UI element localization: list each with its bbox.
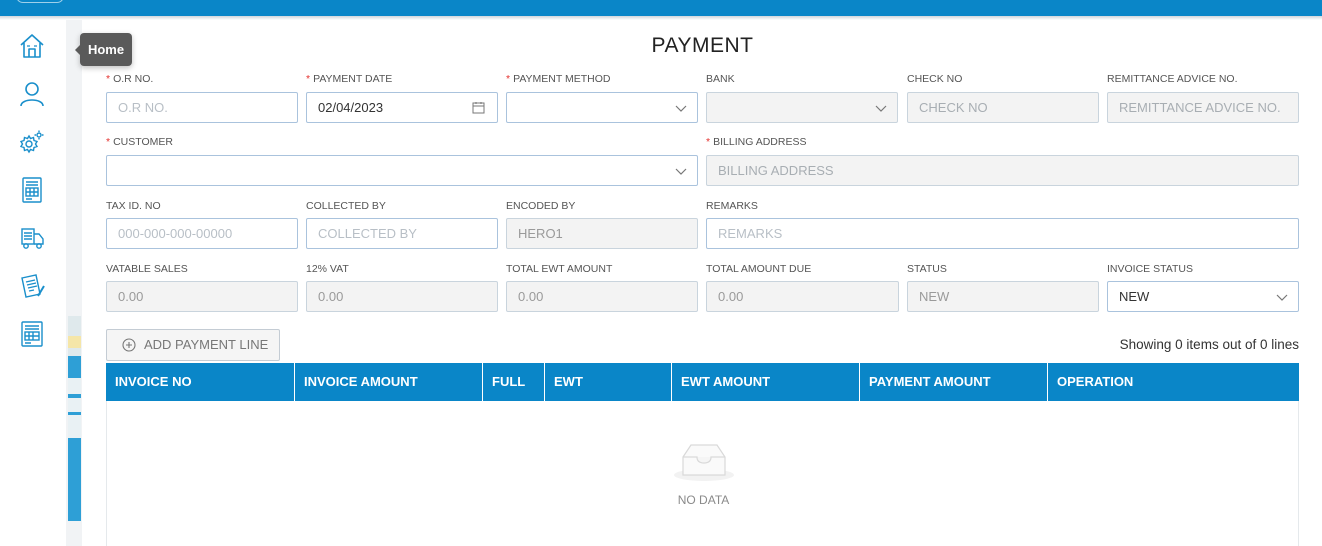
tax-id-label: TAX ID. NO (106, 200, 161, 212)
invoice-status-label: INVOICE STATUS (1107, 263, 1193, 275)
no-data-text: NO DATA (677, 493, 730, 507)
collected-by-label: COLLECTED BY (306, 200, 386, 212)
gear-icon[interactable] (18, 128, 46, 156)
invoice-status-select[interactable]: NEW (1107, 281, 1299, 312)
calendar-icon[interactable] (472, 101, 485, 114)
remarks-label: REMARKS (706, 200, 758, 212)
invoice-status-field: INVOICE STATUS NEW (1107, 263, 1299, 315)
payment-date-field: * PAYMENT DATE 02/04/2023 (306, 73, 498, 125)
encoded-by-label: ENCODED BY (506, 200, 576, 212)
top-bar-button[interactable] (16, 0, 64, 3)
payment-method-field: * PAYMENT METHOD (506, 73, 698, 125)
page-title: PAYMENT (651, 34, 754, 57)
plus-circle-icon (122, 338, 136, 352)
vat-field: 12% VAT 0.00 (306, 263, 498, 315)
empty-inbox-icon (674, 444, 734, 481)
remittance-advice-input[interactable]: REMITTANCE ADVICE NO. (1107, 92, 1299, 123)
vatable-sales-input[interactable]: 0.00 (106, 281, 298, 312)
top-bar-shadow (0, 16, 1322, 20)
remarks-input[interactable]: REMARKS (706, 218, 1299, 249)
billing-address-label: * BILLING ADDRESS (706, 136, 807, 148)
total-amount-due-input[interactable]: 0.00 (706, 281, 899, 312)
billing-address-field: * BILLING ADDRESS BILLING ADDRESS (706, 136, 1299, 188)
add-payment-line-button[interactable]: ADD PAYMENT LINE (106, 329, 280, 361)
vat-input[interactable]: 0.00 (306, 281, 498, 312)
vat-label: 12% VAT (306, 263, 349, 275)
background-illustration (68, 316, 81, 521)
payment-method-label: * PAYMENT METHOD (506, 73, 611, 85)
payment-date-label: * PAYMENT DATE (306, 73, 393, 85)
invoice-icon[interactable] (18, 176, 46, 204)
total-ewt-amount-label: TOTAL EWT AMOUNT (506, 263, 613, 275)
status-input[interactable]: NEW (907, 281, 1099, 312)
tax-id-input[interactable]: 000-000-000-00000 (106, 218, 298, 249)
chevron-down-icon (875, 105, 887, 112)
or-no-label: * O.R NO. (106, 73, 154, 85)
payment-date-input[interactable]: 02/04/2023 (306, 92, 498, 123)
check-no-input[interactable]: CHECK NO (907, 92, 1099, 123)
billing-address-input[interactable]: BILLING ADDRESS (706, 155, 1299, 186)
top-bar (0, 0, 1322, 16)
remittance-advice-field: REMITTANCE ADVICE NO. REMITTANCE ADVICE … (1107, 73, 1299, 125)
customer-select[interactable] (106, 155, 698, 186)
truck-icon[interactable] (18, 224, 46, 252)
payment-lines-table: INVOICE NO INVOICE AMOUNT FULL EWT EWT A… (106, 363, 1299, 546)
customer-label: * CUSTOMER (106, 136, 173, 148)
collected-by-field: COLLECTED BY COLLECTED BY (306, 200, 498, 252)
collected-by-input[interactable]: COLLECTED BY (306, 218, 498, 249)
check-no-label: CHECK NO (907, 73, 963, 85)
vatable-sales-field: VATABLE SALES 0.00 (106, 263, 298, 315)
column-header-ewt-amount[interactable]: EWT AMOUNT (672, 363, 860, 401)
column-header-invoice-no[interactable]: INVOICE NO (106, 363, 295, 401)
encoded-by-field: ENCODED BY HERO1 (506, 200, 698, 252)
bank-label: BANK (706, 73, 735, 85)
or-no-field: * O.R NO. O.R NO. (106, 73, 298, 125)
column-header-invoice-amount[interactable]: INVOICE AMOUNT (295, 363, 483, 401)
total-amount-due-label: TOTAL AMOUNT DUE (706, 263, 812, 275)
bank-select[interactable] (706, 92, 898, 123)
column-header-full[interactable]: FULL (483, 363, 545, 401)
total-ewt-amount-input[interactable]: 0.00 (506, 281, 698, 312)
document-pen-icon[interactable] (18, 272, 46, 300)
status-label: STATUS (907, 263, 947, 275)
column-header-operation[interactable]: OPERATION (1048, 363, 1299, 401)
tax-id-field: TAX ID. NO 000-000-000-00000 (106, 200, 298, 252)
remittance-advice-label: REMITTANCE ADVICE NO. (1107, 73, 1238, 85)
column-header-ewt[interactable]: EWT (545, 363, 672, 401)
user-icon[interactable] (18, 80, 46, 108)
chevron-down-icon (675, 105, 687, 112)
report-icon[interactable] (18, 320, 46, 348)
add-payment-line-label: ADD PAYMENT LINE (144, 337, 269, 352)
payment-method-select[interactable] (506, 92, 698, 123)
customer-field: * CUSTOMER (106, 136, 698, 188)
chevron-down-icon (1276, 294, 1288, 301)
table-header: INVOICE NO INVOICE AMOUNT FULL EWT EWT A… (106, 363, 1299, 401)
status-field: STATUS NEW (907, 263, 1099, 315)
column-header-payment-amount[interactable]: PAYMENT AMOUNT (860, 363, 1048, 401)
vatable-sales-label: VATABLE SALES (106, 263, 188, 275)
check-no-field: CHECK NO CHECK NO (907, 73, 1099, 125)
remarks-field: REMARKS REMARKS (706, 200, 1299, 252)
encoded-by-input[interactable]: HERO1 (506, 218, 698, 249)
total-amount-due-field: TOTAL AMOUNT DUE 0.00 (706, 263, 899, 315)
bank-field: BANK (706, 73, 898, 125)
or-no-input[interactable]: O.R NO. (106, 92, 298, 123)
sidebar (0, 20, 66, 546)
items-count-text: Showing 0 items out of 0 lines (1119, 337, 1299, 352)
chevron-down-icon (675, 168, 687, 175)
total-ewt-amount-field: TOTAL EWT AMOUNT 0.00 (506, 263, 698, 315)
